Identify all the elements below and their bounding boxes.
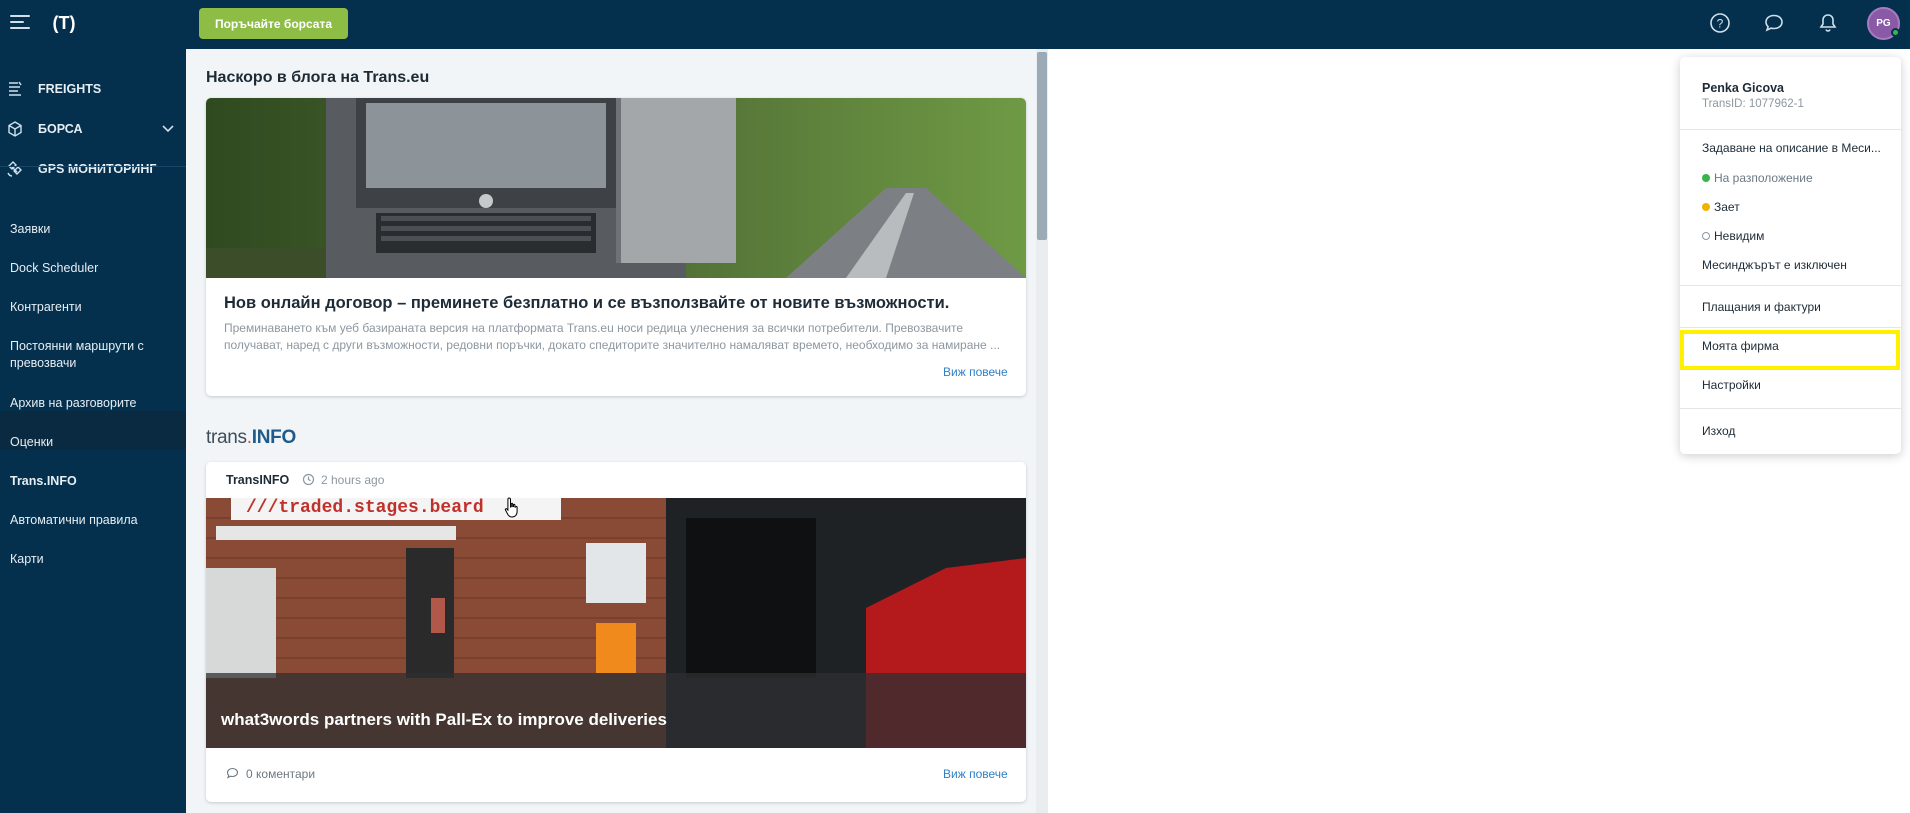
menu-icon[interactable] <box>10 14 30 30</box>
blog-section-title: Наскоро в блога на Trans.eu <box>206 69 430 86</box>
sidebar-item-freights[interactable]: FREIGHTS <box>0 69 186 109</box>
cube-icon <box>8 121 22 137</box>
sidebar-item-orders[interactable]: Заявки <box>10 221 180 238</box>
status-available[interactable]: На разположение <box>1702 171 1813 185</box>
chat-icon[interactable] <box>1762 11 1786 35</box>
svg-text:?: ? <box>1717 17 1724 31</box>
status-label: Невидим <box>1714 229 1765 243</box>
settings-link[interactable]: Настройки <box>1702 378 1761 392</box>
menu-divider <box>1680 408 1901 409</box>
news-time: 2 hours ago <box>321 473 385 487</box>
help-icon[interactable]: ? <box>1708 11 1732 35</box>
image-sign-text: ///traded.stages.beard <box>246 498 484 518</box>
sidebar-item-label: GPS МОНИТОРИНГ <box>38 162 157 176</box>
comment-icon <box>226 767 239 779</box>
status-invisible[interactable]: Невидим <box>1702 229 1764 243</box>
blog-excerpt: Преминаването към уеб базираната версия … <box>224 321 1001 352</box>
menu-divider <box>1680 285 1901 286</box>
status-dot-icon <box>1702 232 1710 240</box>
order-exchange-button[interactable]: Поръчайте борсата <box>199 8 348 39</box>
sidebar-item-ratings[interactable]: Оценки <box>10 434 180 451</box>
status-label: Зает <box>1714 200 1740 214</box>
chevron-down-icon[interactable] <box>162 125 174 133</box>
user-name: Penka Gicova <box>1702 81 1784 95</box>
user-menu-dropdown: Penka Gicova TransID: 1077962-1 Задаване… <box>1680 57 1901 454</box>
clock-icon <box>302 473 315 486</box>
logout-link[interactable]: Изход <box>1702 424 1735 438</box>
blog-headline[interactable]: Нов онлайн договор – преминете безплатно… <box>224 294 949 313</box>
sidebar-item-maps[interactable]: Карти <box>10 551 180 568</box>
trans-logo[interactable]: (T) <box>44 11 84 35</box>
news-read-more-link[interactable]: Виж повече <box>943 767 1008 781</box>
my-company-highlight-box <box>1680 330 1900 370</box>
truck-icon <box>9 81 22 96</box>
bell-icon[interactable] <box>1816 11 1840 35</box>
menu-divider <box>1680 129 1901 130</box>
online-status-dot <box>1891 28 1900 37</box>
menu-divider <box>1680 327 1901 328</box>
transinfo-logo: trans.INFO <box>206 427 296 448</box>
sidebar-item-borsa[interactable]: БОРСА <box>0 109 186 149</box>
comments-count[interactable]: 0 коментари <box>246 767 315 781</box>
satellite-icon <box>7 161 22 177</box>
status-busy[interactable]: Зает <box>1702 200 1740 214</box>
status-dot-icon <box>1702 203 1710 211</box>
payments-invoices-link[interactable]: Плащания и фактури <box>1702 300 1821 314</box>
news-source[interactable]: TransINFO <box>226 473 289 487</box>
status-label: На разположение <box>1714 171 1813 185</box>
sidebar-item-contractors[interactable]: Контрагенти <box>10 299 180 316</box>
blog-truck-image <box>206 98 1026 278</box>
hand-cursor-icon <box>504 497 518 518</box>
sidebar-item-label: БОРСА <box>38 122 83 136</box>
news-image[interactable]: ///traded.stages.beard what3words partne… <box>206 498 1026 748</box>
sidebar-item-automatic-rules[interactable]: Автоматични правила <box>10 512 180 529</box>
sidebar-item-permanent-routes[interactable]: Постоянни маршрути с превозвачи <box>10 338 180 372</box>
messenger-off-toggle[interactable]: Месинджърът е изключен <box>1702 258 1847 272</box>
sidebar-item-label: FREIGHTS <box>38 82 102 96</box>
blog-card[interactable]: Нов онлайн договор – преминете безплатно… <box>206 98 1026 396</box>
sidebar-item-chat-archive[interactable]: Архив на разговорите <box>10 395 180 412</box>
news-caption[interactable]: what3words partners with Pall-Ex to impr… <box>221 710 667 730</box>
sidebar-item-dock-scheduler[interactable]: Dock Scheduler <box>10 260 180 277</box>
sidebar-item-gps[interactable]: GPS МОНИТОРИНГ <box>0 149 186 189</box>
status-dot-icon <box>1702 174 1710 182</box>
news-card[interactable]: TransINFO 2 hours ago ///traded.stages.b… <box>206 462 1026 802</box>
set-messenger-description[interactable]: Задаване на описание в Меси... <box>1702 141 1881 155</box>
scrollbar-thumb[interactable] <box>1037 52 1047 240</box>
sidebar-item-transinfo[interactable]: Trans.INFO <box>10 473 180 490</box>
blog-read-more-link[interactable]: Виж повече <box>943 365 1008 379</box>
trans-id: TransID: 1077962-1 <box>1702 98 1804 110</box>
sidebar-divider <box>0 166 186 167</box>
